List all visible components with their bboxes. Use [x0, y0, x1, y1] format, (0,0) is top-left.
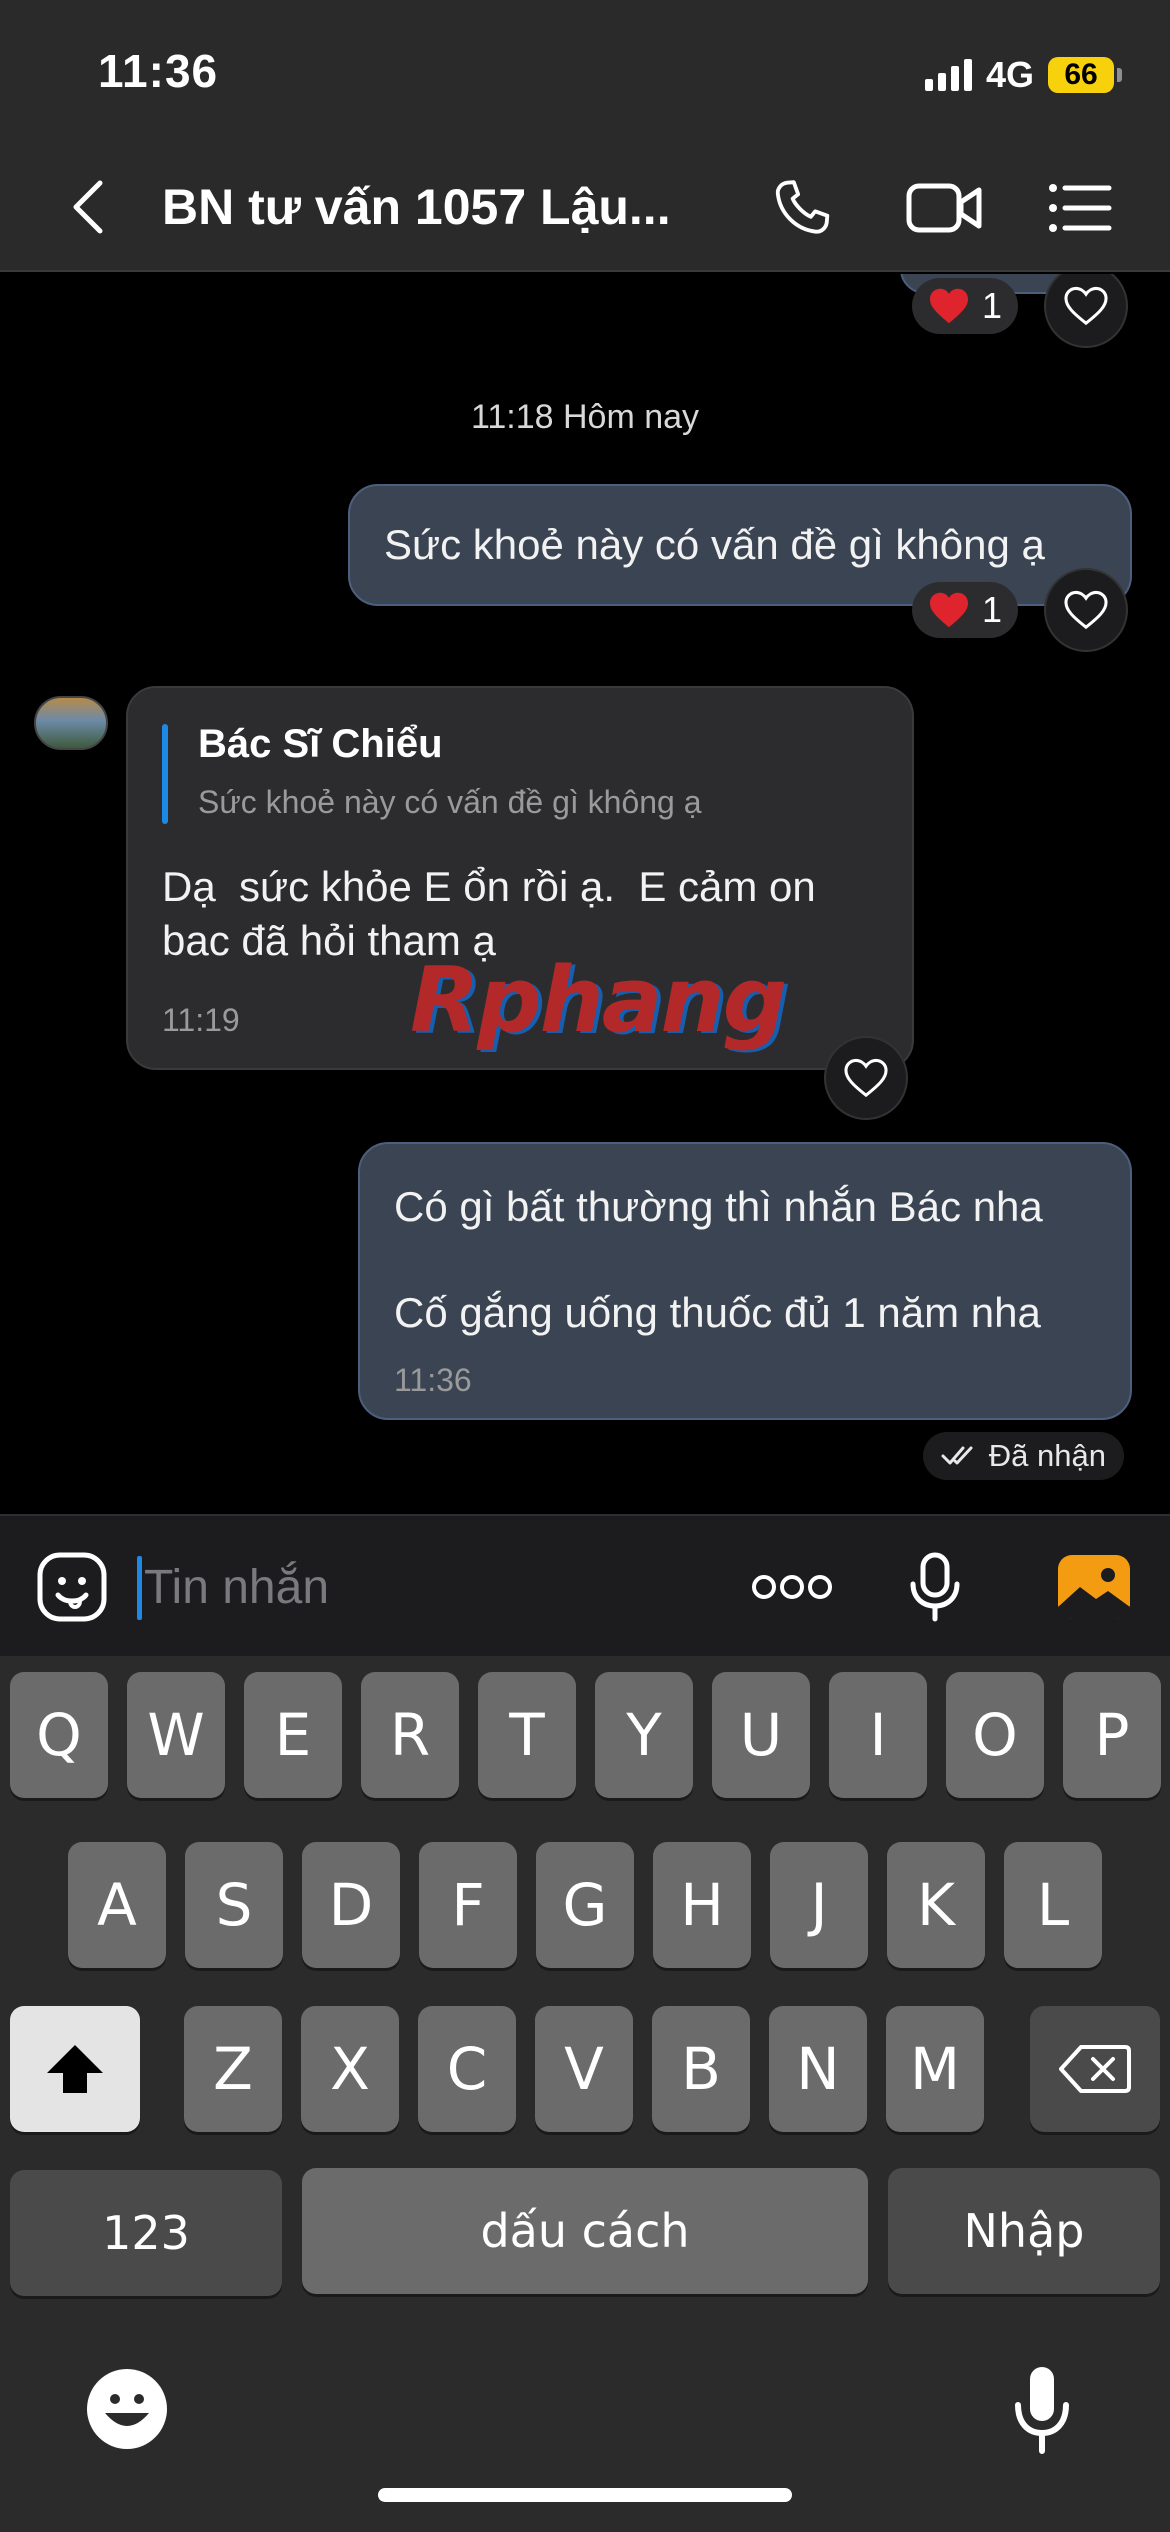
key-b[interactable]: B — [652, 2006, 750, 2132]
voice-message-button[interactable] — [898, 1516, 972, 1658]
key-z[interactable]: Z — [184, 2006, 282, 2132]
heart-outline-icon — [1064, 286, 1108, 326]
key-x[interactable]: X — [301, 2006, 399, 2132]
chat-title[interactable]: BN tư vấn 1057 Lậu... — [162, 178, 682, 236]
key-j[interactable]: J — [770, 1842, 868, 1968]
key-p[interactable]: P — [1063, 1672, 1161, 1798]
key-h[interactable]: H — [653, 1842, 751, 1968]
key-r[interactable]: R — [361, 1672, 459, 1798]
reaction-count: 1 — [982, 589, 1003, 630]
chevron-left-icon — [73, 180, 103, 234]
message-text-line: Có gì bất thường thì nhắn Bác nha — [394, 1183, 1043, 1230]
network-type: 4G — [985, 54, 1034, 95]
dictation-button[interactable] — [1000, 2360, 1084, 2460]
message-input[interactable]: Tin nhắn — [144, 1560, 329, 1615]
message-text-line: Cố gắng uống thuốc đủ 1 năm nha — [394, 1289, 1041, 1336]
photo-button[interactable] — [1054, 1516, 1134, 1658]
message-text-line: Dạ sức khỏe E ổn rồi ạ. E cảm on — [162, 863, 816, 910]
heart-outline-icon — [1064, 590, 1108, 630]
numbers-key[interactable]: 123 — [10, 2170, 282, 2296]
more-options-button[interactable] — [742, 1516, 842, 1658]
shift-key[interactable] — [10, 2006, 140, 2132]
image-gallery-icon — [1058, 1555, 1130, 1619]
key-v[interactable]: V — [535, 2006, 633, 2132]
battery-icon: 66 — [1048, 57, 1122, 93]
key-c[interactable]: C — [418, 2006, 516, 2132]
message-bubble-outgoing[interactable]: Có gì bất thường thì nhắn Bác nha Cố gắn… — [358, 1142, 1132, 1420]
key-q[interactable]: Q — [10, 1672, 108, 1798]
microphone-icon — [1015, 2367, 1069, 2454]
quote-text: Sức khoẻ này có vấn đề gì không ạ — [198, 784, 702, 820]
emoji-smiley-icon — [87, 2369, 167, 2449]
microphone-icon — [910, 1552, 960, 1622]
key-m[interactable]: M — [886, 2006, 984, 2132]
key-w[interactable]: W — [127, 1672, 225, 1798]
key-o[interactable]: O — [946, 1672, 1044, 1798]
delivery-status: Đã nhận — [922, 1432, 1124, 1480]
key-i[interactable]: I — [829, 1672, 927, 1798]
key-l[interactable]: L — [1004, 1842, 1102, 1968]
message-time: 11:36 — [394, 1362, 472, 1398]
phone-icon — [775, 180, 830, 234]
backspace-key[interactable] — [1030, 2006, 1160, 2132]
menu-button[interactable] — [1040, 172, 1120, 244]
react-button[interactable] — [1044, 568, 1128, 652]
key-f[interactable]: F — [419, 1842, 517, 1968]
message-bubble-outgoing[interactable]: Sức khoẻ này có vấn đề gì không ạ — [348, 484, 1132, 606]
watermark-logo: Rphang — [410, 948, 787, 1053]
home-indicator — [378, 2488, 792, 2502]
heart-outline-icon — [844, 1058, 888, 1098]
key-e[interactable]: E — [244, 1672, 342, 1798]
sticker-button[interactable] — [32, 1516, 112, 1658]
battery-level: 66 — [1048, 57, 1114, 93]
back-button[interactable] — [60, 175, 116, 239]
quote-sender: Bác Sĩ Chiểu — [198, 722, 443, 766]
key-y[interactable]: Y — [595, 1672, 693, 1798]
key-s[interactable]: S — [185, 1842, 283, 1968]
emoji-keyboard-button[interactable] — [82, 2364, 172, 2454]
call-button[interactable] — [762, 172, 842, 244]
video-camera-icon — [906, 183, 982, 233]
keyboard: 123 dấu cách Nhập QWERTYUIOP ASDFGHJKL ZXC… — [0, 1656, 1170, 2532]
status-time: 11:36 — [98, 45, 219, 97]
red-heart-icon — [930, 592, 968, 628]
status-indicators: 4G 66 — [924, 52, 1122, 98]
backspace-icon — [1059, 2045, 1131, 2093]
message-time: 11:19 — [162, 1002, 240, 1038]
key-n[interactable]: N — [769, 2006, 867, 2132]
cellular-signal-icon — [924, 59, 972, 91]
space-key[interactable]: dấu cách — [302, 2168, 868, 2294]
return-key[interactable]: Nhập — [888, 2168, 1160, 2294]
sender-avatar[interactable] — [34, 696, 108, 750]
red-heart-icon — [930, 288, 968, 324]
react-button[interactable] — [1044, 274, 1128, 348]
reply-quote-bar — [162, 724, 168, 824]
message-input-bar: Tin nhắn — [0, 1514, 1170, 1656]
time-separator: 11:18 Hôm nay — [470, 398, 700, 436]
reaction-pill[interactable]: 1 — [912, 582, 1019, 638]
delivery-status-text: Đã nhận — [988, 1438, 1106, 1473]
text-cursor — [137, 1556, 142, 1620]
message-text: Sức khoẻ này có vấn đề gì không ạ — [384, 521, 1045, 568]
key-g[interactable]: G — [536, 1842, 634, 1968]
key-k[interactable]: K — [887, 1842, 985, 1968]
react-button[interactable] — [824, 1036, 908, 1120]
shift-arrow-icon — [47, 2045, 103, 2093]
chat-area[interactable]: 1 11:18 Hôm nay Sức khoẻ này có vấn đề g… — [0, 274, 1170, 1514]
reaction-pill[interactable]: 1 — [912, 278, 1019, 334]
key-u[interactable]: U — [712, 1672, 810, 1798]
top-bar: 11:36 4G 66 BN tư vấn 1057 Lậu... — [0, 0, 1170, 272]
list-menu-icon — [1049, 184, 1112, 232]
key-a[interactable]: A — [68, 1842, 166, 1968]
video-call-button[interactable] — [900, 172, 990, 244]
sticker-face-icon — [37, 1552, 107, 1622]
more-dots-icon — [752, 1575, 832, 1599]
reaction-count: 1 — [982, 285, 1003, 326]
double-check-icon — [941, 1446, 973, 1465]
key-d[interactable]: D — [302, 1842, 400, 1968]
key-t[interactable]: T — [478, 1672, 576, 1798]
